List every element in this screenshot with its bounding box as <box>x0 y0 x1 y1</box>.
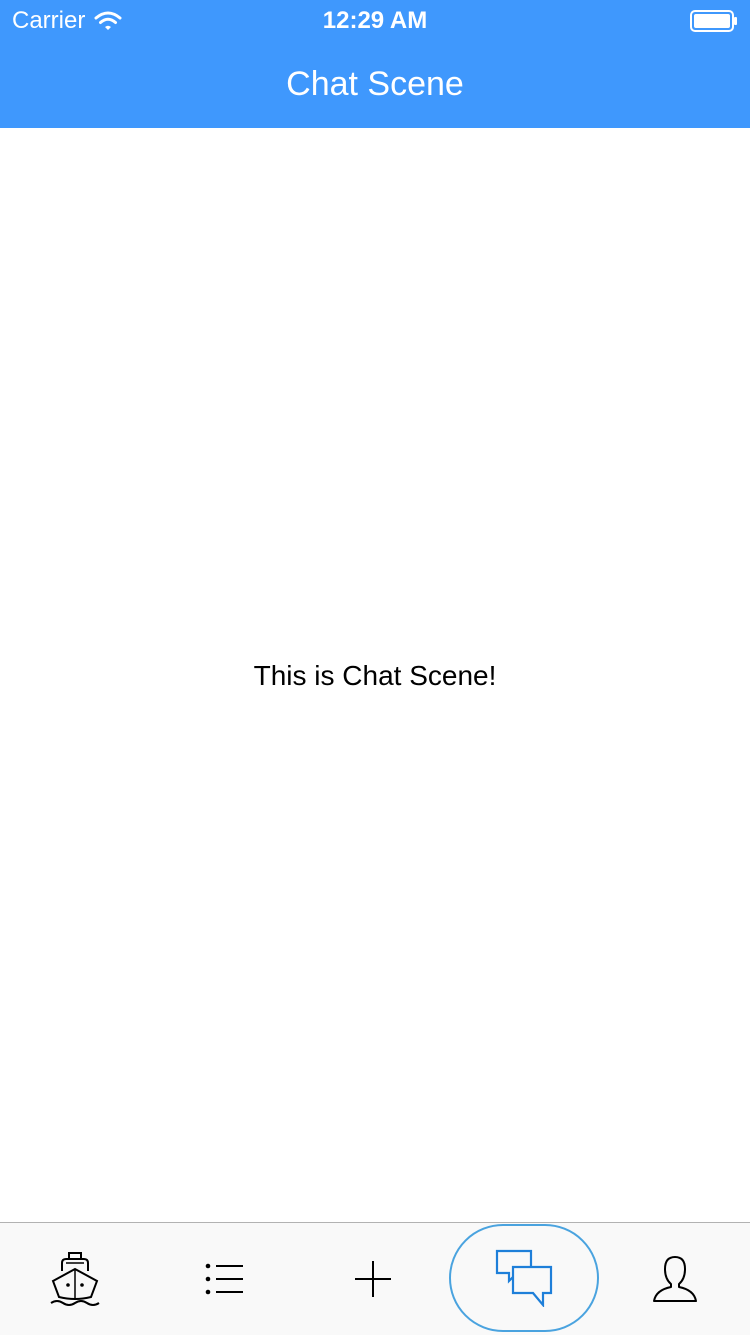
list-icon <box>205 1262 245 1296</box>
chat-scene-content: This is Chat Scene! <box>0 128 750 1222</box>
tab-add[interactable] <box>298 1223 448 1335</box>
tab-chat[interactable] <box>449 1224 599 1332</box>
status-time: 12:29 AM <box>322 7 428 34</box>
tab-bar <box>0 1222 750 1335</box>
chat-scene-message: This is Chat Scene! <box>253 660 497 691</box>
battery-icon <box>690 10 738 32</box>
navigation-header: Carrier 12:29 AM Chat Scene <box>0 0 750 128</box>
user-icon <box>652 1255 698 1303</box>
tab-profile[interactable] <box>600 1223 750 1335</box>
tab-list[interactable] <box>150 1223 300 1335</box>
page-title: Chat Scene <box>286 65 464 103</box>
tab-home[interactable] <box>0 1223 150 1335</box>
chat-bubbles-icon <box>495 1249 553 1307</box>
status-bar: Carrier 12:29 AM <box>0 0 750 40</box>
ship-icon <box>47 1249 103 1309</box>
plus-icon <box>354 1260 392 1298</box>
